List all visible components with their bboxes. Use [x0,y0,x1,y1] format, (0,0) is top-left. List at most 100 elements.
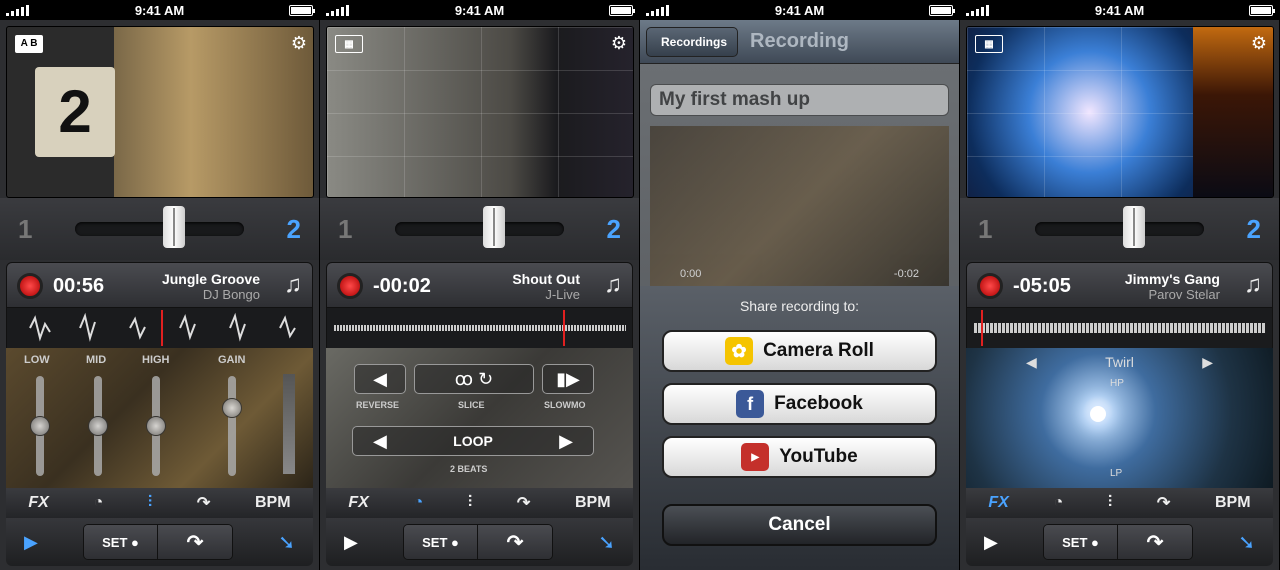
status-time: 9:41 AM [134,2,185,18]
eq-low-slider[interactable] [30,376,50,476]
loop-icon[interactable]: ◔ [1054,494,1064,512]
loop-prev-icon[interactable]: ◀ [373,431,387,452]
record-button[interactable] [977,273,1003,299]
ab-icon[interactable]: A B [15,35,43,53]
twirl-prev-icon[interactable]: ◀ [1026,354,1037,371]
slowmo-button[interactable]: ▮▶ [542,364,594,394]
cue-icon[interactable]: ➘ [1238,530,1255,555]
recording-preview[interactable]: 0:00 -0:02 [650,126,949,286]
gear-icon[interactable]: ⚙ [1251,33,1267,54]
deck-a-label[interactable]: 1 [338,214,352,245]
twirl-label: Twirl [1105,354,1134,370]
reverse-button[interactable]: ◀ [354,364,406,394]
slice-button[interactable]: ꝏ ↻ [414,364,534,394]
waveform[interactable] [6,308,313,348]
nav-bar: Recordings Recording [640,20,959,64]
back-button[interactable]: Recordings [646,26,739,57]
panel-share: 9:41 AM Recordings Recording My first ma… [640,0,960,570]
countdown-leader: 2 [35,67,115,157]
crossfader-track[interactable] [75,222,244,236]
deck-b-label[interactable]: 2 [607,214,621,245]
fx-button[interactable]: FX [28,494,48,512]
facebook-button[interactable]: f Facebook [662,383,937,425]
eq-mid-slider[interactable] [88,376,108,476]
play-icon[interactable]: ▶ [984,532,998,553]
youtube-icon: ▶ [741,443,770,471]
twirl-touch-point[interactable] [1090,406,1106,422]
grid-icon[interactable]: ▦ [975,35,1003,53]
camera-roll-icon: ✿ [725,337,754,365]
crossfader-knob[interactable] [483,206,505,248]
play-icon[interactable]: ▶ [24,532,38,553]
battery-icon [289,4,315,16]
jump-icon[interactable]: ↷ [158,525,233,559]
crossfader-track[interactable] [1035,222,1204,236]
record-button[interactable] [17,273,43,299]
music-library-icon[interactable]: ♫ [1244,271,1262,299]
record-button[interactable] [337,273,363,299]
set-button[interactable]: SET ● [84,525,159,559]
recording-name-field[interactable]: My first mash up [650,84,949,116]
redo-icon[interactable]: ↷ [197,493,210,513]
eq-high-slider[interactable] [146,376,166,476]
fx-button[interactable]: FX [988,494,1008,512]
eq-icon[interactable]: ⫶ [148,494,152,512]
cancel-button[interactable]: Cancel [662,504,937,546]
crossfader[interactable]: 1 2 [0,198,319,260]
gear-icon[interactable]: ⚙ [291,33,307,54]
youtube-button[interactable]: ▶ YouTube [662,436,937,478]
eq-icon[interactable]: ⫶ [1108,494,1112,512]
track-title: Jungle Groove [161,271,260,287]
camera-roll-button[interactable]: ✿ Camera Roll [662,330,937,372]
set-button[interactable]: SET ● [404,525,479,559]
effects-toolbar: FX ◔ ⫶ ↷ BPM [6,488,313,518]
deck-a-label[interactable]: 1 [18,214,32,245]
cue-icon[interactable]: ➘ [598,530,615,555]
play-icon[interactable]: ▶ [344,532,358,553]
eq-mid-label: MID [86,354,107,366]
jump-icon[interactable]: ↷ [478,525,553,559]
bpm-button[interactable]: BPM [575,494,611,512]
waveform[interactable] [966,308,1273,348]
loop-label: LOOP [453,433,493,449]
video-preview[interactable]: ▦ ⚙ [326,26,634,198]
twirl-next-icon[interactable]: ▶ [1202,354,1213,371]
fx-button[interactable]: FX [348,494,368,512]
slowmo-label: SLOWMO [544,400,586,410]
music-library-icon[interactable]: ♫ [604,271,622,299]
crossfader-track[interactable] [395,222,564,236]
deck-a-label[interactable]: 1 [978,214,992,245]
playhead [981,310,983,346]
deck-b-label[interactable]: 2 [287,214,301,245]
waveform[interactable] [326,308,633,348]
redo-icon[interactable]: ↷ [1157,493,1170,513]
slice-label: SLICE [458,400,485,410]
gear-icon[interactable]: ⚙ [611,33,627,54]
cue-icon[interactable]: ➘ [278,530,295,555]
crossfader-knob[interactable] [1123,206,1145,248]
redo-icon[interactable]: ↷ [517,493,530,513]
transport-bar: ▶ SET ● ↷ ➘ [6,518,313,566]
crossfader[interactable]: 1 2 [320,198,639,260]
video-preview[interactable]: ▦ ⚙ [966,26,1274,198]
eq-icon[interactable]: ⫶ [468,494,472,512]
facebook-icon: f [736,390,765,418]
eq-gain-slider[interactable] [222,376,242,476]
crossfader-knob[interactable] [163,206,185,248]
loop-icon[interactable]: ◔ [94,494,104,512]
panel-eq: 9:41 AM 2 A B ⚙ 1 2 00:56 Jungle Groove … [0,0,320,570]
loop-icon[interactable]: ◔ [414,494,424,512]
grid-icon[interactable]: ▦ [335,35,363,53]
jump-icon[interactable]: ↷ [1118,525,1193,559]
bpm-button[interactable]: BPM [1215,494,1251,512]
music-library-icon[interactable]: ♫ [284,271,302,299]
loop-next-icon[interactable]: ▶ [559,431,573,452]
level-meter [283,374,295,474]
crossfader[interactable]: 1 2 [960,198,1279,260]
bpm-button[interactable]: BPM [255,494,291,512]
set-button[interactable]: SET ● [1044,525,1119,559]
twirl-panel[interactable]: ◀ Twirl ▶ HP LP [966,348,1273,488]
video-preview[interactable]: 2 A B ⚙ [6,26,314,198]
deck-b-label[interactable]: 2 [1247,214,1261,245]
loop-selector[interactable]: ◀ LOOP ▶ [352,426,594,456]
